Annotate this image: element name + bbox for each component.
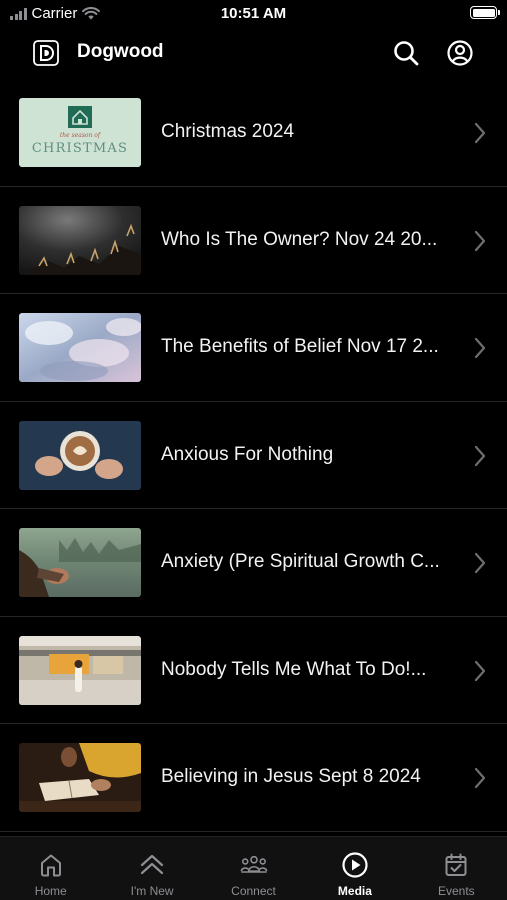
media-item-title: Anxiety (Pre Spiritual Growth C... (161, 551, 440, 572)
tab-label: I'm New (130, 884, 174, 898)
media-item-anxiety[interactable]: Anxiety (Pre Spiritual Growth C... (0, 509, 507, 617)
media-thumbnail (19, 205, 141, 275)
account-icon (447, 40, 473, 66)
chevron-right-icon (474, 552, 486, 574)
media-item-nobody-tells-me[interactable]: Nobody Tells Me What To Do!... (0, 617, 507, 724)
media-thumbnail (19, 743, 141, 812)
media-item-christmas-2024[interactable]: the season of CHRISTMAS Christmas 2024 (0, 79, 507, 187)
app-header: Dogwood (0, 30, 507, 76)
thumb-script-text: the season of (59, 132, 101, 139)
search-button[interactable] (391, 38, 421, 68)
status-bar: Carrier 10:51 AM (0, 0, 507, 28)
tab-connect[interactable]: Connect (203, 837, 304, 900)
tab-events[interactable]: Events (406, 837, 507, 900)
media-thumbnail (19, 420, 141, 490)
account-button[interactable] (445, 38, 475, 68)
tab-im-new[interactable]: I'm New (101, 837, 202, 900)
media-thumbnail (19, 635, 141, 705)
media-item-title: The Benefits of Belief Nov 17 2... (161, 336, 439, 357)
media-item-title: Believing in Jesus Sept 8 2024 (161, 766, 421, 787)
media-item-believing-in-jesus[interactable]: Believing in Jesus Sept 8 2024 (0, 724, 507, 832)
home-icon (40, 854, 61, 877)
media-item-benefits-of-belief[interactable]: The Benefits of Belief Nov 17 2... (0, 294, 507, 402)
status-time: 10:51 AM (220, 5, 287, 22)
media-item-title: Who Is The Owner? Nov 24 20... (161, 228, 438, 250)
chevron-right-icon (474, 230, 486, 251)
media-item-anxious-for-nothing[interactable]: Anxious For Nothing (0, 402, 507, 509)
tab-label: Home (34, 884, 67, 898)
search-icon (394, 41, 419, 66)
tab-label: Events (437, 884, 475, 898)
thumb-title-text: CHRISTMAS (31, 141, 129, 156)
group-icon (240, 855, 267, 873)
media-thumbnail (19, 313, 141, 382)
media-item-title: Nobody Tells Me What To Do!... (161, 658, 427, 680)
chevrons-up-icon (141, 854, 164, 875)
tab-label: Media (337, 884, 372, 898)
chevron-right-icon (474, 767, 486, 789)
battery-icon (470, 6, 500, 19)
play-circle-icon (342, 852, 368, 878)
chevron-right-icon (474, 122, 486, 144)
chevron-right-icon (474, 337, 486, 359)
app-title: Dogwood (77, 41, 164, 62)
media-list: the season of CHRISTMAS Christmas 2024 W… (0, 79, 507, 832)
media-thumbnail: the season of CHRISTMAS (19, 98, 141, 167)
calendar-check-icon (445, 853, 467, 876)
media-item-title: Anxious For Nothing (161, 443, 334, 465)
tab-home[interactable]: Home (0, 837, 101, 900)
tab-label: Connect (231, 884, 276, 898)
media-thumbnail (19, 528, 141, 597)
media-item-who-is-the-owner[interactable]: Who Is The Owner? Nov 24 20... (0, 187, 507, 294)
tab-bar: Home I'm New Connect Media Events (0, 836, 507, 900)
chevron-right-icon (474, 660, 486, 681)
chevron-right-icon (474, 445, 486, 466)
dogwood-logo-icon (33, 40, 59, 66)
tab-media[interactable]: Media (304, 837, 405, 900)
media-item-title: Christmas 2024 (161, 121, 295, 142)
